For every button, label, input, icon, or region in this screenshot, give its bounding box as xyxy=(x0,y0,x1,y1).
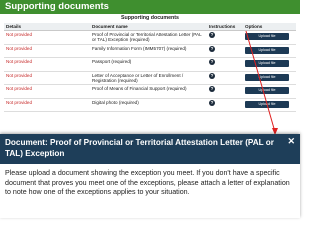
documents-table: Details Document name Instructions Optio… xyxy=(4,23,296,113)
help-circle-icon[interactable]: ? xyxy=(209,45,215,52)
status-cell: Not provided xyxy=(4,98,90,113)
options-cell: Upload file xyxy=(243,84,296,99)
help-circle-icon[interactable]: ? xyxy=(209,32,215,38)
document-name-cell: Passport (required) xyxy=(90,57,207,72)
upload-file-button[interactable]: Upload file xyxy=(245,87,289,95)
table-row: Not provided Proof of Means of Financial… xyxy=(4,84,296,99)
instructions-cell: ? xyxy=(207,98,243,113)
upload-file-button[interactable]: Upload file xyxy=(245,46,289,54)
upload-file-button[interactable]: Upload file xyxy=(245,73,289,81)
column-header-document-name: Document name xyxy=(90,23,207,31)
options-cell: Upload file xyxy=(243,30,296,45)
options-cell: Upload file xyxy=(243,71,296,86)
document-name-cell: Proof of Provincial or Territorial Attes… xyxy=(90,30,207,45)
instructions-cell: ? xyxy=(207,71,243,86)
section-title: Supporting documents xyxy=(5,1,109,12)
column-header-options: Options xyxy=(243,23,296,31)
table-header-row: Details Document name Instructions Optio… xyxy=(4,23,296,31)
upload-file-button[interactable]: Upload file xyxy=(245,60,289,68)
options-cell: Upload file xyxy=(243,98,296,113)
document-name-cell: Digital photo (required) xyxy=(90,98,207,113)
status-cell: Not provided xyxy=(4,84,90,99)
document-name-cell: Family Information Form (IMM5707) (requi… xyxy=(90,44,207,59)
help-circle-icon[interactable]: ? xyxy=(209,99,215,106)
help-circle-icon[interactable]: ? xyxy=(209,72,215,79)
help-circle-icon[interactable]: ? xyxy=(209,59,215,66)
instructions-cell: ? xyxy=(207,84,243,99)
help-circle-icon[interactable]: ? xyxy=(209,86,215,93)
column-header-instructions: Instructions xyxy=(207,23,243,31)
table-row: Not provided Digital photo (required) ? … xyxy=(4,98,296,113)
table-row: Not provided Passport (required) ? Uploa… xyxy=(4,57,296,72)
status-cell: Not provided xyxy=(4,44,90,59)
instructions-cell: ? xyxy=(207,57,243,72)
upload-file-button[interactable]: Upload file xyxy=(245,33,289,40)
modal-title: Document: Proof of Provincial or Territo… xyxy=(5,138,274,158)
instructions-cell: ? xyxy=(207,30,243,45)
modal-header: Document: Proof of Provincial or Territo… xyxy=(0,134,300,164)
status-cell: Not provided xyxy=(4,30,90,45)
instructions-cell: ? xyxy=(207,44,243,59)
upload-file-button[interactable]: Upload file xyxy=(245,100,289,108)
table-caption: Supporting documents xyxy=(121,15,179,21)
table-row: Not provided Proof of Provincial or Terr… xyxy=(4,30,296,45)
table-row: Not provided Family Information Form (IM… xyxy=(4,44,296,59)
section-header: Supporting documents xyxy=(0,0,300,14)
table-row: Not provided Letter of Acceptance or Let… xyxy=(4,71,296,86)
document-name-cell: Proof of Means of Financial Support (req… xyxy=(90,84,207,99)
modal-body-text: Please upload a document showing the exc… xyxy=(5,169,290,196)
options-cell: Upload file xyxy=(243,57,296,72)
column-header-details: Details xyxy=(4,23,90,31)
close-icon[interactable]: ✕ xyxy=(287,137,295,146)
status-cell: Not provided xyxy=(4,57,90,72)
document-name-cell: Letter of Acceptance or Letter of Enroll… xyxy=(90,71,207,86)
status-cell: Not provided xyxy=(4,71,90,86)
instructions-modal: Document: Proof of Provincial or Territo… xyxy=(0,134,300,218)
options-cell: Upload file xyxy=(243,44,296,59)
